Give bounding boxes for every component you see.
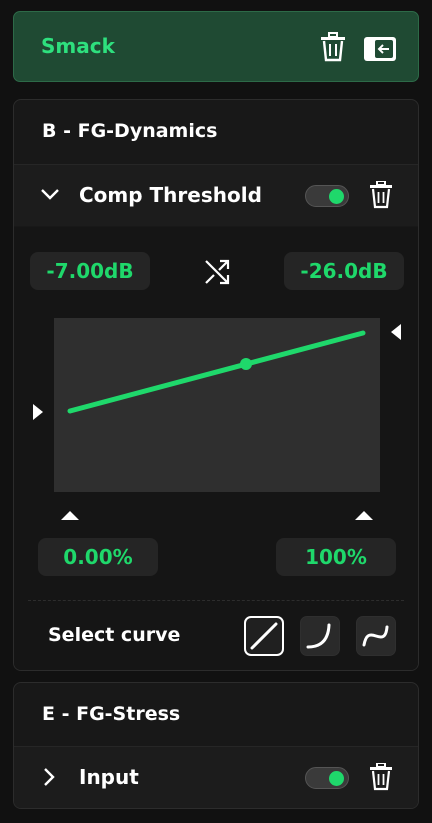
param-toggle[interactable] bbox=[305, 185, 349, 207]
curve-linear-button[interactable] bbox=[244, 616, 284, 656]
param-label: Comp Threshold bbox=[79, 183, 262, 207]
input-max-handle[interactable] bbox=[354, 510, 374, 521]
param-row-input[interactable]: Input bbox=[14, 746, 418, 808]
param-toggle[interactable] bbox=[305, 767, 349, 789]
toggle-knob bbox=[329, 771, 344, 786]
divider bbox=[28, 600, 404, 601]
toggle-knob bbox=[329, 189, 344, 204]
trash-icon[interactable] bbox=[369, 763, 393, 791]
s-curve-icon bbox=[362, 625, 389, 647]
chevron-right-icon[interactable] bbox=[42, 767, 56, 787]
group-b-panel: B - FG-Dynamics Comp Threshold -7.00dB -… bbox=[13, 99, 419, 671]
input-min-value[interactable]: 0.00% bbox=[38, 538, 158, 576]
group-b-title: B - FG-Dynamics bbox=[42, 120, 218, 142]
device-title: Smack bbox=[41, 34, 115, 58]
input-min-handle[interactable] bbox=[60, 510, 80, 521]
group-e-panel: E - FG-Stress Input bbox=[13, 682, 419, 809]
shuffle-icon[interactable] bbox=[203, 258, 231, 286]
trash-icon[interactable] bbox=[319, 32, 347, 62]
panel-collapse-icon[interactable] bbox=[363, 36, 397, 62]
curve-midpoint-handle[interactable] bbox=[240, 358, 252, 370]
device-header: Smack bbox=[13, 11, 419, 82]
mapping-curve-line bbox=[67, 330, 366, 414]
curve-s-button[interactable] bbox=[356, 616, 396, 656]
curve-exponential-button[interactable] bbox=[300, 616, 340, 656]
mapping-curve-graph[interactable] bbox=[54, 318, 380, 492]
param-row-comp-threshold[interactable]: Comp Threshold bbox=[14, 164, 418, 226]
chevron-down-icon[interactable] bbox=[40, 187, 60, 201]
output-min-handle[interactable] bbox=[32, 403, 44, 421]
linear-curve-icon bbox=[250, 622, 278, 650]
select-curve-label: Select curve bbox=[48, 624, 181, 646]
exponential-curve-icon bbox=[306, 623, 331, 649]
group-e-title: E - FG-Stress bbox=[42, 703, 181, 725]
param-label: Input bbox=[79, 765, 139, 789]
input-max-value[interactable]: 100% bbox=[276, 538, 396, 576]
range-start-value[interactable]: -7.00dB bbox=[30, 252, 150, 290]
trash-icon[interactable] bbox=[369, 181, 393, 209]
param-expanded-body: -7.00dB -26.0dB 0.00% 100% Select curve bbox=[14, 227, 418, 670]
output-max-handle[interactable] bbox=[390, 323, 402, 341]
range-end-value[interactable]: -26.0dB bbox=[284, 252, 404, 290]
